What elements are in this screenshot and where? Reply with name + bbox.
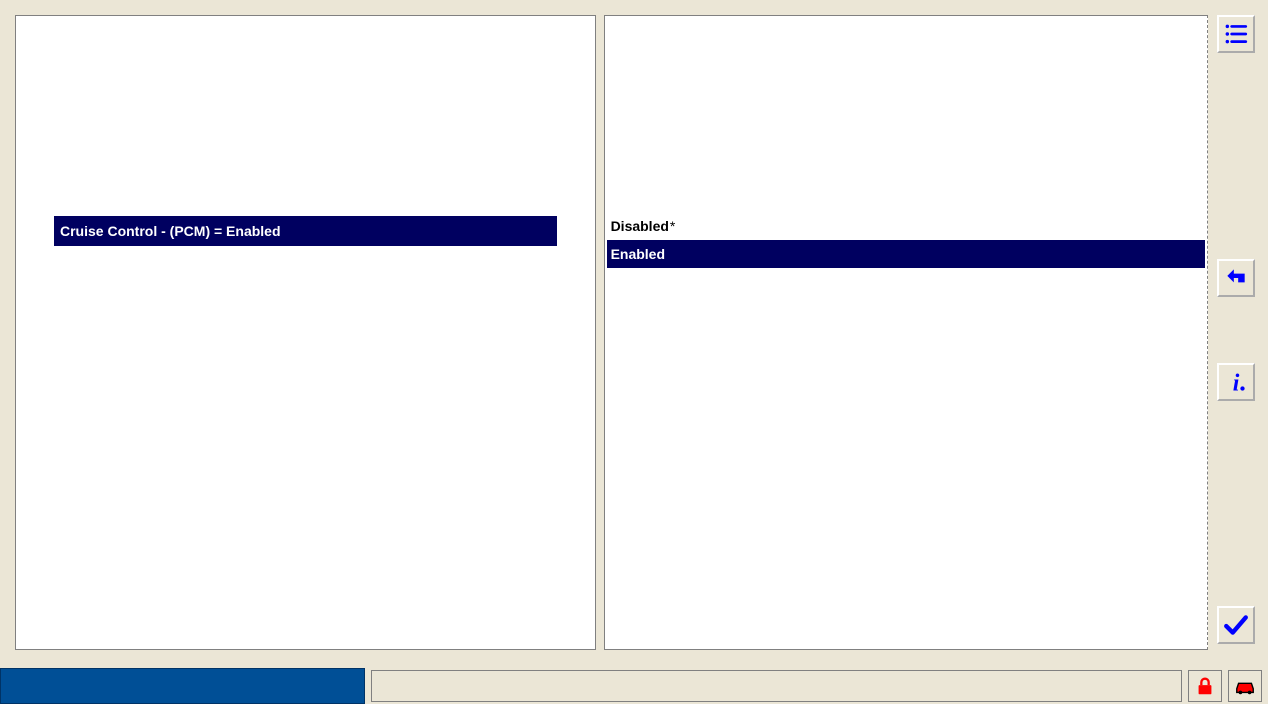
option-row-disabled[interactable]: Disabled* (607, 212, 1205, 240)
sidebar-toolbar: i (1212, 15, 1260, 650)
apply-button[interactable] (1217, 606, 1255, 644)
option-panel: Disabled* Enabled (604, 15, 1208, 650)
option-label: Disabled (611, 218, 669, 234)
parameter-row-cruise-control[interactable]: Cruise Control - (PCM) = Enabled (54, 216, 557, 246)
car-icon (1234, 675, 1256, 697)
checkmark-icon (1223, 612, 1249, 638)
default-star-icon: * (670, 218, 675, 234)
back-arrow-icon (1223, 265, 1249, 291)
info-button[interactable]: i (1217, 363, 1255, 401)
lock-icon (1194, 675, 1216, 697)
vehicle-indicator[interactable] (1228, 670, 1262, 702)
parameter-panel: Cruise Control - (PCM) = Enabled (15, 15, 596, 650)
lock-indicator[interactable] (1188, 670, 1222, 702)
info-icon: i (1223, 369, 1249, 395)
menu-button[interactable] (1217, 15, 1255, 53)
option-row-enabled[interactable]: Enabled (607, 240, 1205, 268)
status-progress (0, 668, 365, 704)
status-bar (0, 668, 1268, 704)
status-message (371, 670, 1182, 702)
svg-text:i: i (1233, 370, 1240, 394)
option-label: Enabled (611, 246, 665, 262)
list-icon (1223, 21, 1249, 47)
back-button[interactable] (1217, 259, 1255, 297)
option-list: Disabled* Enabled (607, 212, 1205, 268)
